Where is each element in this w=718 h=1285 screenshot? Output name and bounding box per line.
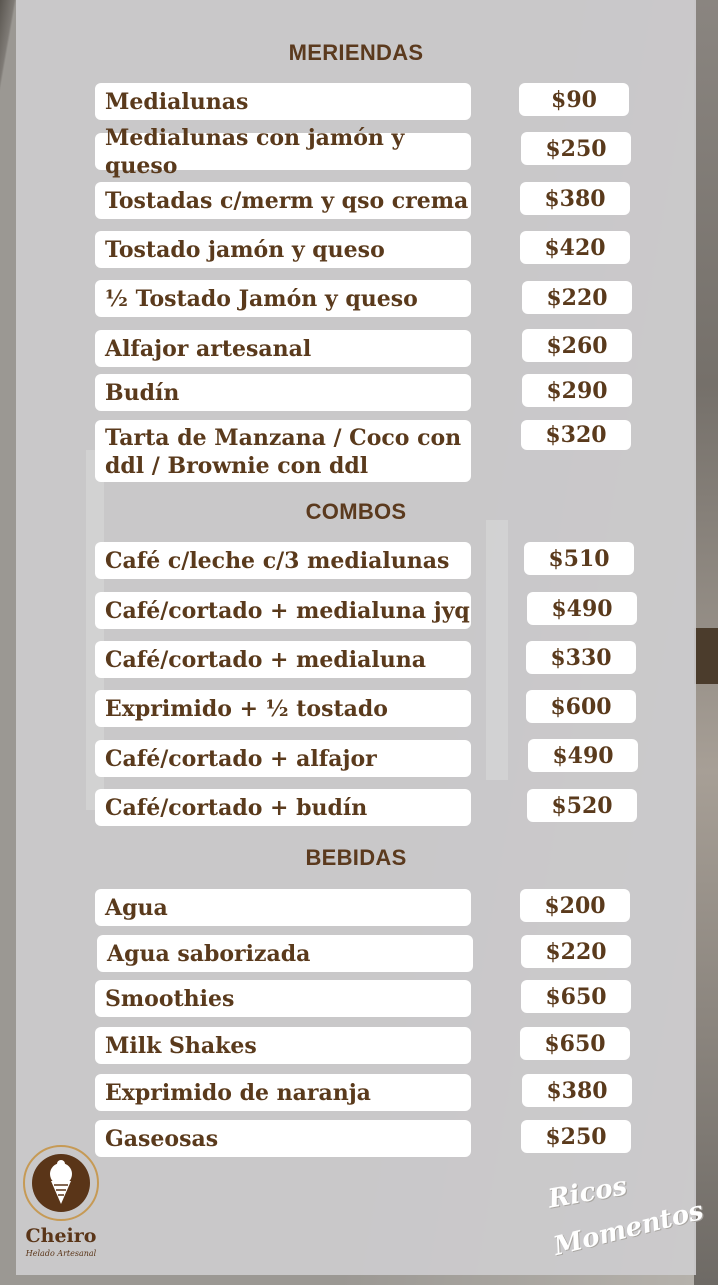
menu-item-price: $330 — [526, 641, 636, 674]
section-title-meriendas: MERIENDAS — [288, 40, 424, 65]
menu-item-price: $380 — [522, 1074, 632, 1107]
menu-item-name: Tostadas c/merm y qso crema — [95, 182, 471, 219]
menu-item-name: Agua — [95, 889, 471, 926]
menu-item-price: $260 — [522, 329, 632, 362]
menu-item-price: $510 — [524, 542, 634, 575]
menu-item-price: $420 — [520, 231, 630, 264]
menu-item-name: ½ Tostado Jamón y queso — [95, 280, 471, 317]
menu-item-price: $90 — [519, 83, 629, 116]
menu-item-name: Café/cortado + budín — [95, 789, 471, 826]
menu-item-name: Gaseosas — [95, 1120, 471, 1157]
ice-cream-cone-icon — [32, 1154, 90, 1212]
logo-subtitle: Helado Artesanal — [25, 1249, 97, 1258]
menu-item-price: $250 — [521, 1120, 631, 1153]
menu-item-price: $320 — [521, 420, 631, 450]
menu-item-name: Tarta de Manzana / Coco con ddl / Browni… — [95, 420, 471, 482]
menu-item-price: $220 — [522, 281, 632, 314]
menu-item-name: Café/cortado + medialuna — [95, 641, 471, 678]
menu-item-price: $490 — [528, 739, 638, 772]
menu-item-name: Medialunas con jamón y queso — [95, 125, 471, 179]
menu-item-price: $220 — [521, 935, 631, 968]
brand-logo: Cheiro Helado Artesanal — [20, 1145, 102, 1267]
logo-badge — [23, 1145, 99, 1221]
menu-item-price: $380 — [520, 182, 630, 215]
menu-item-name: Café c/leche c/3 medialunas — [95, 542, 471, 579]
menu-item-price: $290 — [522, 374, 632, 407]
menu-item-price: $650 — [521, 980, 631, 1013]
background-edge — [694, 0, 718, 1285]
menu-item-price: $520 — [527, 789, 637, 822]
menu-item-price: $650 — [520, 1027, 630, 1060]
menu-item-name: Medialunas — [95, 83, 471, 120]
menu-item-name: Alfajor artesanal — [95, 330, 471, 367]
section-title-bebidas: BEBIDAS — [305, 845, 407, 870]
background-chair-leg — [486, 520, 508, 780]
menu-item-name: Agua saborizada — [97, 935, 473, 972]
logo-name: Cheiro — [25, 1225, 97, 1247]
background-shelf — [694, 628, 718, 684]
menu-item-name: Budín — [95, 374, 471, 411]
menu-item-price: $490 — [527, 592, 637, 625]
menu-item-price: $600 — [526, 690, 636, 723]
menu-item-name: Tostado jamón y queso — [95, 231, 471, 268]
menu-item-name: Milk Shakes — [95, 1027, 471, 1064]
menu-item-name: Café/cortado + medialuna jyq — [95, 592, 471, 629]
menu-item-price: $200 — [520, 889, 630, 922]
section-title-combos: COMBOS — [305, 499, 407, 524]
menu-item-price: $250 — [521, 132, 631, 165]
menu-item-name: Exprimido de naranja — [95, 1074, 471, 1111]
menu-item-name: Café/cortado + alfajor — [95, 740, 471, 777]
menu-item-name: Exprimido + ½ tostado — [95, 690, 471, 727]
menu-item-name: Smoothies — [95, 980, 471, 1017]
